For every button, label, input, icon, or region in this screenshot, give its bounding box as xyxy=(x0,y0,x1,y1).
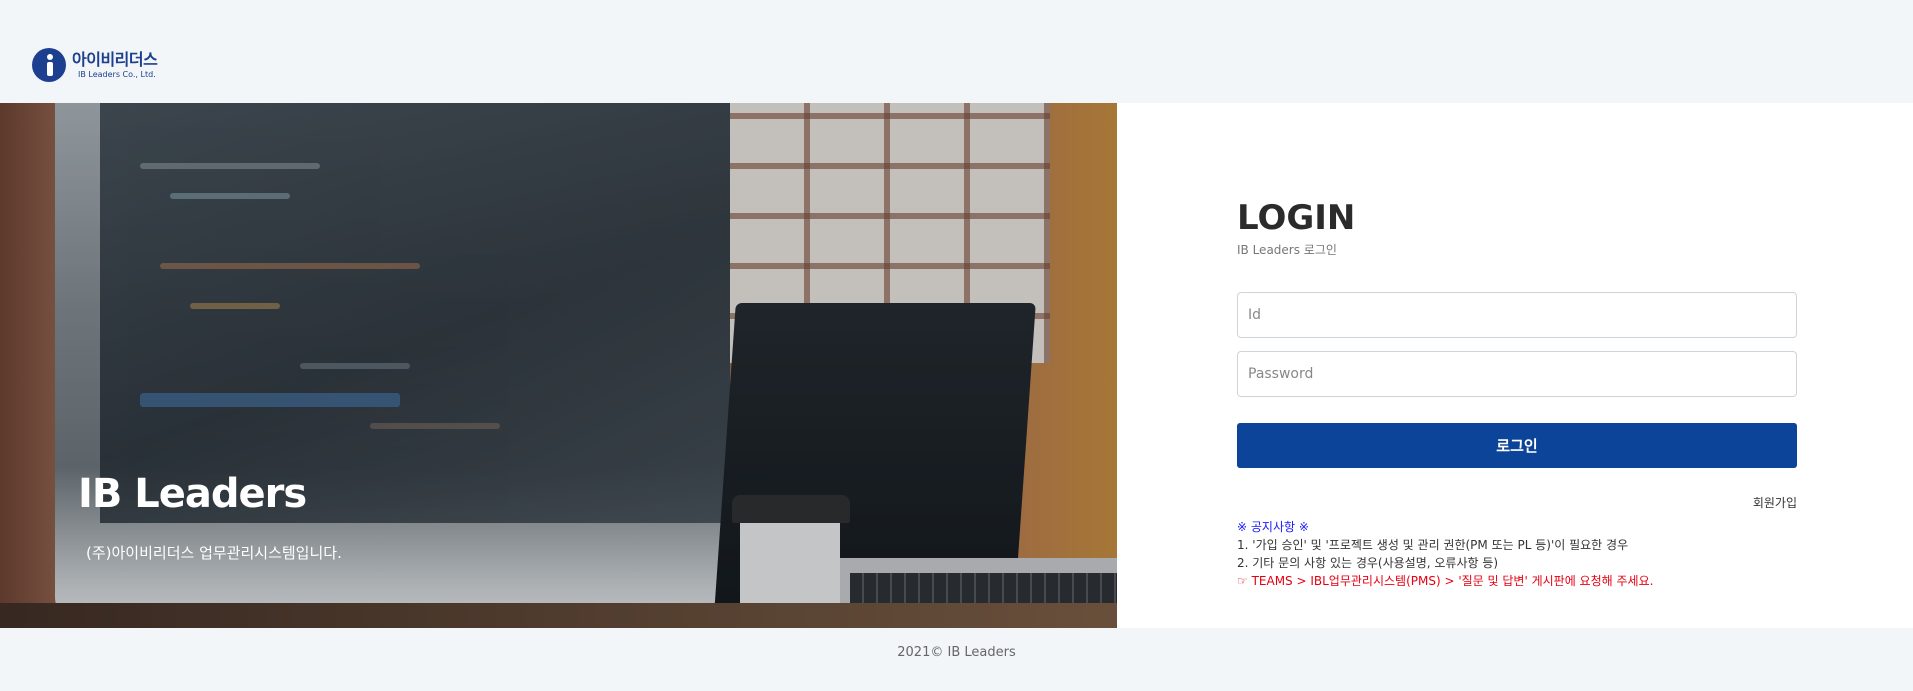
notice-line-2: 2. 기타 문의 사항 있는 경우(사용설명, 오류사항 등) xyxy=(1237,556,1499,570)
login-subtitle: IB Leaders 로그인 xyxy=(1237,243,1337,257)
hero-image: IB Leaders (주)아이비리더스 업무관리시스템입니다. xyxy=(0,103,1117,628)
logo-text: 아이비리더스 IB Leaders Co., Ltd. xyxy=(72,49,158,79)
notice-box: ※ 공지사항 ※ 1. '가입 승인' 및 '프로젝트 생성 및 관리 권한(P… xyxy=(1237,518,1653,590)
hero-subtitle: (주)아이비리더스 업무관리시스템입니다. xyxy=(86,544,342,562)
login-title: LOGIN xyxy=(1237,198,1356,238)
notice-line-3: ☞ TEAMS > IBL업무관리시스템(PMS) > '질문 및 답변' 게시… xyxy=(1237,574,1654,588)
signup-link[interactable]: 회원가입 xyxy=(1753,494,1797,511)
password-input[interactable] xyxy=(1237,351,1797,397)
id-input[interactable] xyxy=(1237,292,1797,338)
login-button[interactable]: 로그인 xyxy=(1237,423,1797,468)
logo-english-name: IB Leaders Co., Ltd. xyxy=(78,69,156,79)
notice-line-1: 1. '가입 승인' 및 '프로젝트 생성 및 관리 권한(PM 또는 PL 등… xyxy=(1237,538,1629,552)
hero-title: IB Leaders xyxy=(78,471,307,517)
footer: 2021© IB Leaders xyxy=(0,628,1913,691)
header: 아이비리더스 IB Leaders Co., Ltd. xyxy=(0,0,1913,103)
ib-leaders-logo-icon xyxy=(32,48,66,82)
logo-korean-name: 아이비리더스 xyxy=(72,49,158,69)
notice-title: ※ 공지사항 ※ xyxy=(1237,520,1309,534)
company-logo[interactable]: 아이비리더스 IB Leaders Co., Ltd. xyxy=(32,48,158,82)
login-panel: LOGIN IB Leaders 로그인 로그인 회원가입 ※ 공지사항 ※ 1… xyxy=(1117,103,1913,628)
footer-copyright: 2021© IB Leaders xyxy=(897,645,1016,660)
